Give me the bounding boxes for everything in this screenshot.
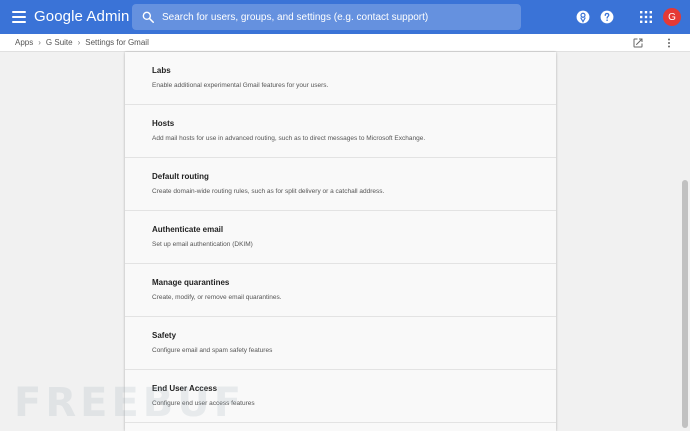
avatar[interactable]: G bbox=[663, 8, 681, 26]
setting-description: Set up email authentication (DKIM) bbox=[152, 241, 253, 248]
setting-title: Labs bbox=[152, 66, 171, 75]
brand-logo[interactable]: Google Admin bbox=[34, 8, 129, 25]
search-input[interactable] bbox=[162, 7, 512, 27]
setting-title: Default routing bbox=[152, 172, 209, 181]
scrollbar-thumb[interactable] bbox=[682, 180, 688, 428]
gmail-settings-panel: Labs Enable additional experimental Gmai… bbox=[125, 52, 556, 431]
setting-title: Hosts bbox=[152, 119, 175, 128]
notification-badge-icon[interactable] bbox=[576, 10, 590, 24]
setting-title: Safety bbox=[152, 331, 177, 340]
setting-safety[interactable]: Safety Configure email and spam safety f… bbox=[125, 317, 556, 370]
setting-description: Create domain-wide routing rules, such a… bbox=[152, 188, 385, 195]
setting-manage-quarantines[interactable]: Manage quarantines Create, modify, or re… bbox=[125, 264, 556, 317]
setting-default-routing[interactable]: Default routing Create domain-wide routi… bbox=[125, 158, 556, 211]
setting-hosts[interactable]: Hosts Add mail hosts for use in advanced… bbox=[125, 105, 556, 158]
menu-icon[interactable] bbox=[11, 9, 27, 25]
setting-labs[interactable]: Labs Enable additional experimental Gmai… bbox=[125, 52, 556, 105]
open-in-new-icon[interactable] bbox=[632, 37, 644, 49]
top-app-bar: Google Admin G bbox=[0, 0, 690, 34]
chevron-right-icon: › bbox=[38, 38, 41, 47]
setting-description: Configure end user access features bbox=[152, 400, 255, 407]
setting-description: Add mail hosts for use in advanced routi… bbox=[152, 135, 426, 142]
setting-title: Authenticate email bbox=[152, 225, 224, 234]
setting-title: Manage quarantines bbox=[152, 278, 230, 287]
breadcrumb-apps[interactable]: Apps bbox=[15, 38, 33, 47]
apps-grid-icon[interactable] bbox=[640, 11, 652, 23]
more-vert-icon[interactable] bbox=[664, 37, 674, 49]
chevron-right-icon: › bbox=[77, 38, 81, 47]
search-bar[interactable] bbox=[132, 4, 521, 30]
setting-title: End User Access bbox=[152, 384, 218, 393]
setting-description: Create, modify, or remove email quaranti… bbox=[152, 294, 282, 301]
breadcrumb-gsuite[interactable]: G Suite bbox=[46, 38, 73, 47]
setting-authenticate-email[interactable]: Authenticate email Set up email authenti… bbox=[125, 211, 556, 264]
breadcrumb: Apps › G Suite › Settings for Gmail bbox=[15, 38, 149, 47]
help-icon[interactable] bbox=[600, 10, 614, 24]
breadcrumb-current: Settings for Gmail bbox=[85, 38, 149, 47]
breadcrumb-bar: Apps › G Suite › Settings for Gmail bbox=[0, 34, 690, 52]
setting-description: Configure email and spam safety features bbox=[152, 347, 273, 354]
search-icon[interactable] bbox=[141, 10, 155, 24]
setting-end-user-access[interactable]: End User Access Configure end user acces… bbox=[125, 370, 556, 423]
setting-description: Enable additional experimental Gmail fea… bbox=[152, 82, 329, 89]
